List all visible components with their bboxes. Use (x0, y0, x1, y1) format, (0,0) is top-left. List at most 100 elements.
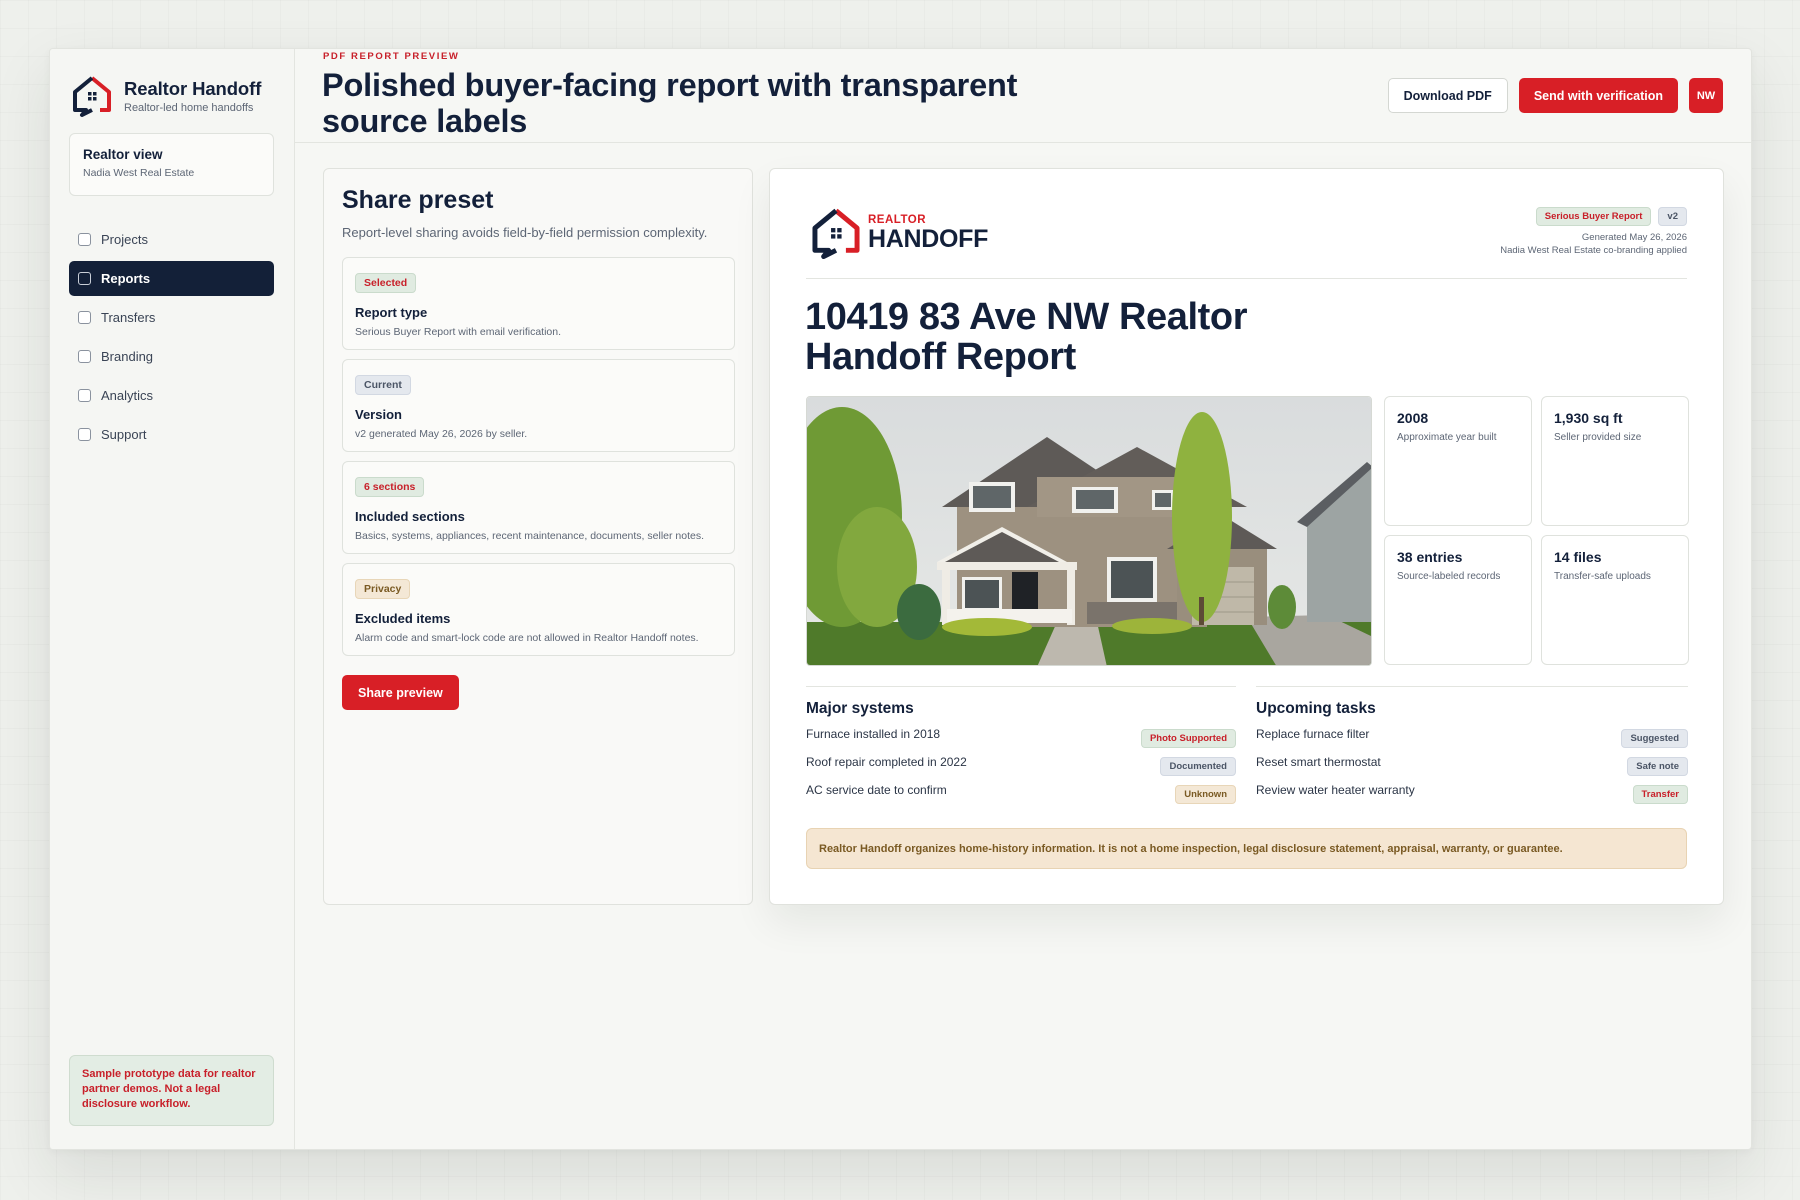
preset-card-desc: Alarm code and smart-lock code are not a… (355, 632, 699, 644)
task-badge: Suggested (1621, 728, 1688, 748)
stat-label: Source-labeled records (1397, 571, 1501, 582)
brand[interactable]: Realtor Handoff Realtor-led home handoff… (72, 75, 261, 117)
divider (1256, 686, 1688, 687)
preset-card-desc: v2 generated May 26, 2026 by seller. (355, 428, 528, 440)
sidebar: Realtor Handoff Realtor-led home handoff… (50, 49, 295, 1149)
share-preset-title: Share preset (342, 186, 494, 214)
header-actions: Download PDF Send with verification NW (1387, 78, 1723, 113)
list-item: Replace furnace filter Suggested (1256, 723, 1688, 748)
share-preset-subtitle: Report-level sharing avoids field-by-fie… (342, 225, 708, 240)
sidebar-item-support[interactable]: Support (69, 417, 274, 452)
cobranding-note: Nadia West Real Estate co-branding appli… (1500, 245, 1687, 256)
house-logo-icon (73, 76, 111, 117)
download-pdf-button[interactable]: Download PDF (1387, 78, 1508, 113)
list-item-text: Replace furnace filter (1256, 727, 1370, 741)
status-badge: Selected (355, 273, 417, 293)
status-badge: 6 sections (355, 477, 425, 497)
sidebar-item-transfers[interactable]: Transfers (69, 300, 274, 335)
source-badge: Unknown (1175, 784, 1236, 804)
checkbox-icon (78, 428, 91, 441)
preset-card-title: Included sections (355, 509, 465, 524)
share-preview-button[interactable]: Share preview (342, 675, 459, 710)
house-photo (806, 396, 1372, 666)
checkbox-icon (78, 350, 91, 363)
sidebar-item-reports[interactable]: Reports (69, 261, 274, 296)
divider (806, 278, 1687, 279)
stat-entries: 38 entries Source-labeled records (1384, 535, 1532, 665)
house-logo-icon (812, 208, 860, 259)
realtor-view-agency: Nadia West Real Estate (83, 167, 195, 179)
sidebar-item-analytics[interactable]: Analytics (69, 378, 274, 413)
preset-card-desc: Serious Buyer Report with email verifica… (355, 326, 562, 338)
list-item-text: Furnace installed in 2018 (806, 727, 941, 741)
report-preview: REALTOR HANDOFF Serious Buyer Report v2 … (769, 168, 1724, 905)
list-item: Review water heater warranty Transfer (1256, 779, 1688, 804)
realtor-view-title: Realtor view (83, 147, 163, 162)
brand-subtitle: Realtor-led home handoffs (124, 102, 254, 114)
page-eyebrow: PDF REPORT PREVIEW (323, 51, 460, 62)
list-item-text: Roof repair completed in 2022 (806, 755, 967, 769)
stat-label: Approximate year built (1397, 432, 1497, 443)
brand-title: Realtor Handoff (124, 78, 262, 99)
report-logo-big: HANDOFF (868, 225, 989, 253)
status-badge: Privacy (355, 579, 411, 599)
checkbox-icon (78, 233, 91, 246)
preset-card-excluded-items[interactable]: Privacy Excluded items Alarm code and sm… (342, 563, 735, 656)
generated-date: Generated May 26, 2026 (1581, 232, 1687, 243)
task-badge: Transfer (1632, 784, 1688, 804)
realtor-view-card[interactable]: Realtor view Nadia West Real Estate (69, 133, 274, 196)
stat-files: 14 files Transfer-safe uploads (1541, 535, 1689, 665)
report-logo: REALTOR HANDOFF (811, 207, 988, 259)
avatar[interactable]: NW (1689, 78, 1723, 113)
preset-card-title: Report type (355, 305, 428, 320)
stat-label: Transfer-safe uploads (1554, 571, 1651, 582)
share-preset-panel: Share preset Report-level sharing avoids… (323, 168, 753, 905)
sidebar-item-label: Branding (101, 349, 154, 364)
stat-label: Seller provided size (1554, 432, 1642, 443)
sidebar-item-label: Projects (101, 232, 148, 247)
task-badge: Safe note (1627, 756, 1688, 776)
preset-card-report-type[interactable]: Selected Report type Serious Buyer Repor… (342, 257, 735, 350)
list-item: Roof repair completed in 2022 Documented (806, 751, 1236, 776)
stat-value: 14 files (1554, 549, 1602, 565)
divider (806, 686, 1236, 687)
stat-value: 1,930 sq ft (1554, 410, 1623, 426)
preset-card-version[interactable]: Current Version v2 generated May 26, 202… (342, 359, 735, 452)
report-disclaimer: Realtor Handoff organizes home-history i… (806, 828, 1687, 869)
list-item-text: Reset smart thermostat (1256, 755, 1381, 769)
preset-card-included-sections[interactable]: 6 sections Included sections Basics, sys… (342, 461, 735, 554)
source-badge: Photo Supported (1140, 728, 1236, 748)
report-meta: Serious Buyer Report v2 Generated May 26… (1500, 207, 1687, 256)
app-window: Realtor Handoff Realtor-led home handoff… (49, 48, 1752, 1150)
checkbox-icon (78, 389, 91, 402)
preset-card-title: Version (355, 407, 402, 422)
stat-value: 38 entries (1397, 549, 1463, 565)
source-badge: Documented (1160, 756, 1236, 776)
sidebar-item-branding[interactable]: Branding (69, 339, 274, 374)
sample-data-note: Sample prototype data for realtor partne… (69, 1055, 274, 1126)
version-badge: v2 (1658, 207, 1687, 226)
preset-card-title: Excluded items (355, 611, 451, 626)
major-systems-title: Major systems (806, 700, 914, 717)
preset-card-desc: Basics, systems, appliances, recent main… (355, 530, 705, 542)
list-item-text: Review water heater warranty (1256, 783, 1415, 797)
checkbox-icon (78, 272, 91, 285)
status-badge: Current (355, 375, 411, 395)
stat-year-built: 2008 Approximate year built (1384, 396, 1532, 526)
list-item: Furnace installed in 2018 Photo Supporte… (806, 723, 1236, 748)
list-item: Reset smart thermostat Safe note (1256, 751, 1688, 776)
list-item-text: AC service date to confirm (806, 783, 947, 797)
sidebar-nav: Projects Reports Transfers Branding Anal… (69, 222, 274, 456)
page-title: Polished buyer-facing report with transp… (322, 67, 1018, 139)
report-title: 10419 83 Ave NW Realtor Handoff Report (805, 296, 1248, 378)
sidebar-item-projects[interactable]: Projects (69, 222, 274, 257)
list-item: AC service date to confirm Unknown (806, 779, 1236, 804)
send-with-verification-button[interactable]: Send with verification (1518, 78, 1678, 113)
sidebar-item-label: Support (101, 427, 147, 442)
stat-value: 2008 (1397, 410, 1429, 426)
upcoming-tasks-title: Upcoming tasks (1256, 700, 1376, 717)
sidebar-item-label: Analytics (101, 388, 154, 403)
checkbox-icon (78, 311, 91, 324)
sidebar-item-label: Transfers (101, 310, 156, 325)
stat-size: 1,930 sq ft Seller provided size (1541, 396, 1689, 526)
